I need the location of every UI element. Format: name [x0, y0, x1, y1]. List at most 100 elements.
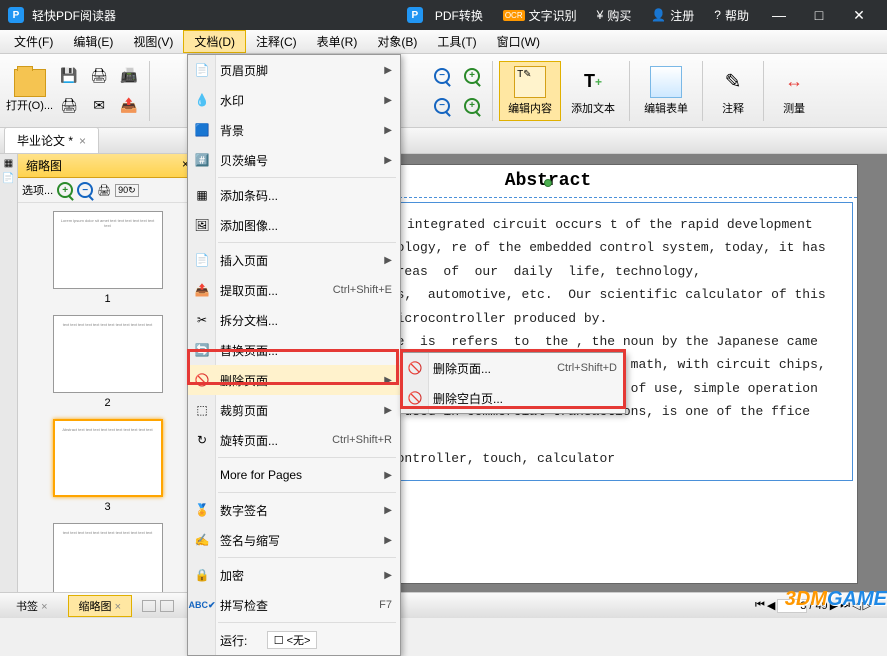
options-button[interactable]: 选项...: [22, 182, 53, 198]
thumbnail-3[interactable]: Abstract text text text text text text t…: [26, 419, 189, 513]
delete-blank-icon: 🚫: [405, 388, 425, 408]
status-bar: 书签 × 缩略图 × 运行: <无> ⏮ ◀ / 49 ▶ ⏭ ◁ ▷: [0, 592, 887, 618]
side-tab-icon-2[interactable]: 📄: [2, 173, 14, 184]
zoom-out2-icon[interactable]: −: [428, 92, 456, 120]
bookmark-tab[interactable]: 书签 ×: [6, 596, 58, 616]
app-logo-icon: P: [8, 7, 24, 23]
menu-digital-sign[interactable]: 🏅数字签名▶: [188, 495, 400, 525]
zoom-in-icon[interactable]: +: [458, 62, 486, 90]
menu-document[interactable]: 文档(D): [183, 30, 246, 53]
edit-form-button[interactable]: 编辑表单: [636, 62, 696, 120]
save-icon[interactable]: 💾: [55, 62, 83, 90]
layout-icon-1[interactable]: [142, 600, 156, 612]
menu-spellcheck[interactable]: ABC✔拼写检查F7: [188, 590, 400, 620]
thumb-print-icon[interactable]: 🖨: [97, 184, 111, 197]
first-page-icon[interactable]: ⏮: [755, 599, 765, 612]
minimize-button[interactable]: —: [759, 0, 799, 30]
menu-window[interactable]: 窗口(W): [487, 31, 550, 52]
menu-replace-page[interactable]: 🔄替换页面...: [188, 335, 400, 365]
edit-content-button[interactable]: T✎ 编辑内容: [499, 61, 561, 121]
register-button[interactable]: 👤注册: [641, 7, 704, 24]
add-text-button[interactable]: T+ 添加文本: [563, 62, 623, 120]
menu-add-barcode[interactable]: ▦添加条码...: [188, 180, 400, 210]
ocr-button[interactable]: OCR文字识别: [493, 7, 587, 24]
close-tab-icon[interactable]: ×: [79, 134, 86, 148]
menu-extract-page[interactable]: 📤提取页面...Ctrl+Shift+E: [188, 275, 400, 305]
buy-button[interactable]: ¥购买: [587, 7, 642, 24]
zoom-in2-icon[interactable]: +: [458, 92, 486, 120]
page-total: / 49: [809, 600, 827, 612]
help-button[interactable]: ?帮助: [704, 7, 759, 24]
image-icon: 🖼: [192, 215, 212, 235]
app-title: 轻快PDF阅读器: [32, 7, 397, 24]
print2-icon[interactable]: 🖨: [55, 92, 83, 120]
folder-icon: [14, 69, 46, 97]
side-tab-icon-1[interactable]: ▦: [4, 158, 13, 169]
menu-bates[interactable]: #️⃣贝茨编号▶: [188, 145, 400, 175]
menu-initials[interactable]: ✍签名与缩写▶: [188, 525, 400, 555]
nav-fwd-icon[interactable]: ▷: [863, 599, 871, 612]
lock-icon: 🔒: [192, 565, 212, 585]
menu-more-pages[interactable]: More for Pages▶: [188, 460, 400, 490]
measure-icon: ↔: [778, 66, 810, 98]
thumbnail-tab[interactable]: 缩略图 ×: [68, 595, 133, 617]
add-text-icon: T+: [577, 66, 609, 98]
menu-run-row[interactable]: 运行: ☐ <无>: [188, 625, 400, 655]
submenu-delete-page[interactable]: 🚫删除页面...Ctrl+Shift+D: [401, 353, 625, 383]
measure-button[interactable]: ↔ 测量: [770, 62, 818, 120]
export-icon[interactable]: 📤: [115, 92, 143, 120]
menu-header-footer[interactable]: 📄页眉页脚▶: [188, 55, 400, 85]
document-tab[interactable]: 毕业论文 * ×: [4, 127, 99, 153]
layout-icon-2[interactable]: [160, 600, 174, 612]
nav-back-icon[interactable]: ◁: [852, 599, 860, 612]
menu-annotate[interactable]: 注释(C): [246, 31, 307, 52]
thumbnail-2[interactable]: text text text text text text text text …: [26, 315, 189, 409]
last-page-icon[interactable]: ⏭: [840, 599, 850, 612]
print-icon[interactable]: 🖨: [85, 62, 113, 90]
watermark-icon: 💧: [192, 90, 212, 110]
thumb-zoom-in-icon[interactable]: +: [57, 182, 73, 198]
delete-page-icon: 🚫: [192, 370, 212, 390]
background-icon: 🟦: [192, 120, 212, 140]
menu-tools[interactable]: 工具(T): [427, 31, 486, 52]
prev-page-icon[interactable]: ◀: [767, 599, 775, 612]
thumb-zoom-out-icon[interactable]: −: [77, 182, 93, 198]
menu-background[interactable]: 🟦背景▶: [188, 115, 400, 145]
rotate-handle-icon[interactable]: [544, 179, 552, 187]
menu-file[interactable]: 文件(F): [4, 31, 63, 52]
split-icon: ✂: [192, 310, 212, 330]
maximize-button[interactable]: □: [799, 0, 839, 30]
next-page-icon[interactable]: ▶: [830, 599, 838, 612]
menu-edit[interactable]: 编辑(E): [63, 31, 123, 52]
thumbnail-list[interactable]: Lorem ipsum dolor sit amet text text tex…: [18, 203, 197, 592]
menu-crop-page[interactable]: ⬚裁剪页面▶: [188, 395, 400, 425]
email-icon[interactable]: ✉: [85, 92, 113, 120]
menu-add-image[interactable]: 🖼添加图像...: [188, 210, 400, 240]
menu-view[interactable]: 视图(V): [123, 31, 183, 52]
annotate-button[interactable]: ✎ 注释: [709, 62, 757, 120]
menu-object[interactable]: 对象(B): [367, 31, 427, 52]
thumb-rotate-icon[interactable]: 90↻: [115, 184, 139, 197]
thumbnail-4[interactable]: text text text text text text text text …: [26, 523, 189, 592]
delete-page-icon: 🚫: [405, 358, 425, 378]
menu-rotate-page[interactable]: ↻旋转页面...Ctrl+Shift+R: [188, 425, 400, 455]
scan-icon[interactable]: 📠: [115, 62, 143, 90]
menu-watermark[interactable]: 💧水印▶: [188, 85, 400, 115]
thumbnail-1[interactable]: Lorem ipsum dolor sit amet text text tex…: [26, 211, 189, 305]
menu-split-doc[interactable]: ✂拆分文档...: [188, 305, 400, 335]
annotate-icon: ✎: [717, 66, 749, 98]
menu-encrypt[interactable]: 🔒加密▶: [188, 560, 400, 590]
thumbnail-pane-header: 缩略图 ×: [18, 154, 197, 178]
open-button[interactable]: 打开(O)...: [6, 69, 53, 113]
toolbar: 打开(O)... 💾 🖨 📠 🖨 ✉ 📤 − + − + T✎ 编辑内容 T+ …: [0, 54, 887, 128]
menu-form[interactable]: 表单(R): [307, 31, 368, 52]
menu-delete-page[interactable]: 🚫删除页面▶: [188, 365, 400, 395]
close-button[interactable]: ✕: [839, 0, 879, 30]
submenu-delete-blank[interactable]: 🚫删除空白页...: [401, 383, 625, 413]
zoom-out-icon[interactable]: −: [428, 62, 456, 90]
menu-insert-page[interactable]: 📄插入页面▶: [188, 245, 400, 275]
menu-bar: 文件(F) 编辑(E) 视图(V) 文档(D) 注释(C) 表单(R) 对象(B…: [0, 30, 887, 54]
pdf-convert-button[interactable]: PPDF转换: [397, 7, 493, 24]
document-menu-dropdown: 📄页眉页脚▶ 💧水印▶ 🟦背景▶ #️⃣贝茨编号▶ ▦添加条码... 🖼添加图像…: [187, 54, 401, 656]
page-input[interactable]: [777, 599, 807, 613]
